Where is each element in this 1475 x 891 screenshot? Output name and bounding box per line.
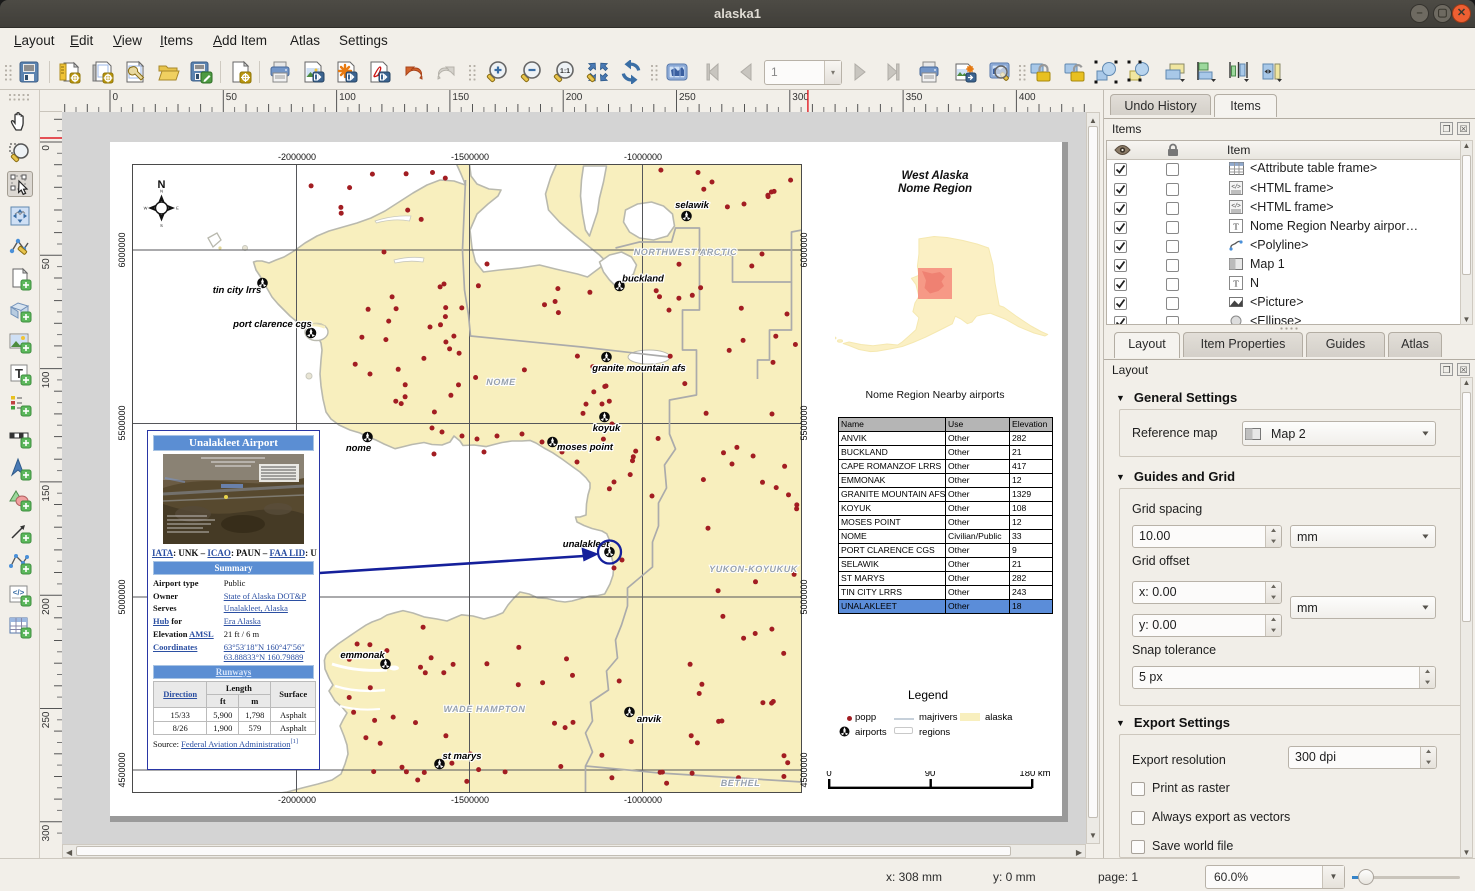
svg-text:50: 50 xyxy=(226,92,238,103)
svg-text:BETHEL: BETHEL xyxy=(721,778,761,788)
svg-text:180 km: 180 km xyxy=(1019,771,1050,779)
svg-text:tin city lrrs: tin city lrrs xyxy=(213,285,262,296)
svg-text:port clarence cgs: port clarence cgs xyxy=(232,319,312,330)
svg-text:250: 250 xyxy=(679,92,696,103)
svg-text:koyuk: koyuk xyxy=(593,423,621,434)
svg-text:</>: </> xyxy=(1231,184,1241,191)
svg-text:300: 300 xyxy=(792,92,809,103)
svg-text:T: T xyxy=(1233,222,1239,232)
svg-text:selawik: selawik xyxy=(675,200,710,211)
svg-text:50: 50 xyxy=(41,258,52,270)
svg-text:T: T xyxy=(1233,279,1239,289)
svg-text:N: N xyxy=(160,189,163,194)
svg-text:200: 200 xyxy=(41,598,52,615)
svg-text:0: 0 xyxy=(113,92,119,103)
svg-text:NOME: NOME xyxy=(486,377,516,387)
svg-text:100: 100 xyxy=(339,92,356,103)
svg-text:100: 100 xyxy=(41,371,52,388)
svg-text:E: E xyxy=(176,206,179,211)
svg-text:W: W xyxy=(144,206,148,211)
svg-text:150: 150 xyxy=(41,484,52,501)
svg-text:st marys: st marys xyxy=(442,751,481,762)
svg-text:nome: nome xyxy=(346,443,372,454)
svg-text:90: 90 xyxy=(925,771,936,779)
svg-text:1:1: 1:1 xyxy=(560,68,570,75)
svg-text:moses point: moses point xyxy=(557,442,614,453)
svg-text:350: 350 xyxy=(906,92,923,103)
svg-text:400: 400 xyxy=(1019,92,1036,103)
svg-text:WADE HAMPTON: WADE HAMPTON xyxy=(443,704,525,714)
svg-text:150: 150 xyxy=(452,92,469,103)
svg-text:300: 300 xyxy=(41,824,52,841)
svg-text:emmonak: emmonak xyxy=(340,650,385,661)
svg-text:granite mountain afs: granite mountain afs xyxy=(591,363,685,374)
svg-text:S: S xyxy=(160,223,163,228)
svg-text:0: 0 xyxy=(826,771,831,779)
svg-text:250: 250 xyxy=(41,711,52,728)
svg-text:anvik: anvik xyxy=(637,714,662,725)
svg-text:</>: </> xyxy=(1231,203,1241,210)
svg-text:buckland: buckland xyxy=(622,274,664,285)
svg-text:200: 200 xyxy=(566,92,583,103)
svg-text:NORTHWEST ARCTIC: NORTHWEST ARCTIC xyxy=(634,247,738,257)
svg-text:0: 0 xyxy=(41,145,52,151)
svg-text:unalakleet: unalakleet xyxy=(563,539,610,550)
